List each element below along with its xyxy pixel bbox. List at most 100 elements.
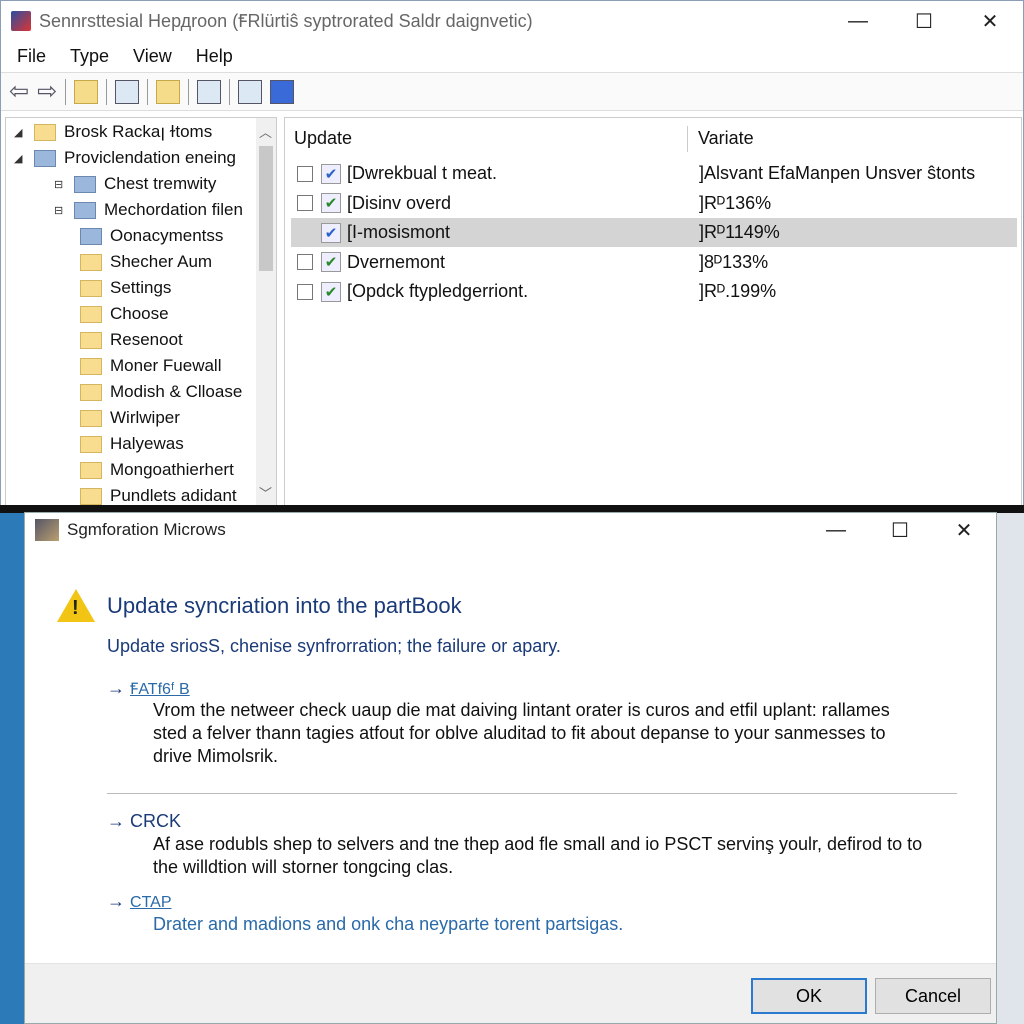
tree-item[interactable]: Modish & Clloase [80, 379, 242, 405]
variate-value: ]Rᴰ1149% [699, 222, 780, 242]
tree-item-label: Chest tremwity [104, 174, 217, 193]
tree-item[interactable]: ◢ Brosk Rackaꞁ ɫtoms [14, 119, 212, 145]
menu-view[interactable]: View [133, 46, 172, 67]
update-name: Dvernemont [347, 251, 446, 272]
tree-item-label: Mongoathierhert [110, 460, 234, 479]
check-icon: ✔ [321, 193, 341, 213]
menu-file[interactable]: File [17, 46, 46, 67]
list-view-icon[interactable] [197, 79, 222, 104]
toolbar-separator [147, 78, 149, 105]
color-icon [74, 175, 96, 193]
main-window: Sennrsttesial Hердroon (ꞘRlürtiŝ syptror… [0, 0, 1024, 507]
minimize-button[interactable]: — [825, 1, 891, 41]
window-icon[interactable] [115, 79, 140, 104]
tree-item[interactable]: Shecher Aum [80, 249, 212, 275]
list-row[interactable]: ✔ Dvernemont]8ᴰ133% [291, 248, 1017, 277]
tree-item-label: Brosk Rackaꞁ ɫtoms [64, 122, 213, 141]
dialog-minimize-button[interactable]: — [804, 513, 868, 547]
tree-item[interactable]: Pundlets adidant [80, 483, 237, 506]
update-name: [Opdck ftypledgerriont. [347, 281, 529, 301]
menu-type[interactable]: Type [70, 46, 109, 67]
desktop-background [0, 513, 24, 1024]
folder-icon [80, 331, 102, 349]
background-window [997, 513, 1024, 1024]
tree-item-label: Mechordation filen [104, 200, 243, 219]
tree-item[interactable]: Choose [80, 301, 169, 327]
menu-bar: File Type View Help [1, 41, 1023, 73]
column-variate[interactable]: Variate [698, 128, 754, 149]
section-2-label: CRCK [130, 811, 182, 831]
check-icon: ✔ [321, 222, 341, 243]
row-checkbox[interactable] [297, 254, 313, 270]
tree-item[interactable]: ⊟ Mechordation filen [54, 197, 243, 223]
sync-dialog: Sgmforation Microws — ☐ ✕ ! Update syncr… [24, 512, 997, 1024]
section-1-text: Vrom the netweer check uaup die mat daiv… [153, 700, 890, 766]
title-bar: Sennrsttesial Hердroon (ꞘRlürtiŝ syptror… [1, 1, 1023, 41]
arrow-icon: → [107, 891, 125, 911]
column-update[interactable]: Update [294, 128, 352, 149]
list-row[interactable]: ✔ [Disinv overd]Rᴰ136% [291, 189, 1017, 218]
tree-item[interactable]: Wirlwiper [80, 405, 180, 431]
folder-icon [80, 409, 102, 427]
tree-item-label: Resenoot [110, 330, 183, 349]
document-icon [80, 227, 102, 245]
folder-icon [34, 123, 56, 141]
tree-item[interactable]: Halyewas [80, 431, 184, 457]
tree-scrollbar[interactable]: ︿ ﹀ [256, 118, 276, 506]
expander-icon[interactable]: ◢ [14, 126, 28, 139]
variate-value: ]8ᴰ133% [699, 251, 769, 272]
scroll-up-icon[interactable]: ︿ [259, 122, 272, 141]
tree-item-label: Modish & Clloase [110, 382, 243, 401]
variate-value: ]Rᴰ.199% [699, 281, 777, 301]
forward-icon[interactable]: ⇨ [37, 77, 57, 106]
toolbar-separator [106, 78, 108, 105]
list-row[interactable]: ✔ [Dwrekbual t meat.]Alsvant EfaManpen Un… [291, 159, 1017, 188]
details-view-icon[interactable] [270, 79, 295, 104]
expander-icon[interactable]: ⊟ [54, 204, 68, 217]
tree-item[interactable]: ◢ Proviclendation eneing [14, 145, 236, 171]
back-icon[interactable]: ⇦ [9, 77, 29, 106]
maximize-button[interactable]: ☐ [891, 1, 957, 41]
section-3-link[interactable]: CTAP [130, 894, 171, 911]
scroll-thumb[interactable] [259, 146, 273, 271]
ok-button[interactable]: OK [751, 978, 867, 1014]
section-2-text: Af ase rodubls shep to selvers and tne t… [153, 834, 923, 877]
cancel-button[interactable]: Cancel [875, 978, 991, 1014]
row-checkbox[interactable] [297, 165, 313, 182]
row-checkbox[interactable] [297, 283, 313, 300]
folder-icon [80, 487, 102, 505]
gear-icon [74, 201, 96, 219]
tree-item[interactable]: Resenoot [80, 327, 183, 353]
list-row[interactable]: ✔ [I-mosismont]Rᴰ1149% [291, 218, 1017, 247]
section-1-link[interactable]: ꞘATf6ᶠ B [130, 681, 190, 698]
tree-item-label: Shecher Aum [110, 252, 213, 271]
row-checkbox[interactable] [297, 195, 313, 211]
tree-item-label: Wirlwiper [110, 408, 180, 427]
tree-item[interactable]: ⊟ Chest tremwity [54, 171, 216, 197]
file-icon[interactable] [74, 79, 99, 104]
expander-icon[interactable]: ◢ [14, 152, 28, 165]
section-1-header: → ꞘATf6ᶠ B [107, 677, 190, 699]
dialog-close-button[interactable]: ✕ [932, 513, 996, 547]
tree-item[interactable]: Oonacymentss [80, 223, 223, 249]
update-list: Update Variate ✔ [Dwrekbual t meat.]Alsva… [284, 117, 1022, 507]
column-divider[interactable] [687, 126, 688, 152]
folder-icon [80, 461, 102, 479]
folders-icon[interactable] [156, 79, 181, 104]
tree-item-label: Oonacymentss [110, 226, 224, 245]
dialog-maximize-button[interactable]: ☐ [868, 513, 932, 547]
scroll-down-icon[interactable]: ﹀ [259, 483, 272, 502]
toolbar: ⇦ ⇨ [1, 73, 1023, 111]
tree-item[interactable]: Settings [80, 275, 171, 301]
warning-icon: ! [57, 589, 95, 622]
grid-view-icon[interactable] [238, 79, 263, 104]
menu-help[interactable]: Help [196, 46, 233, 67]
check-icon: ✔ [321, 163, 341, 184]
tree-item[interactable]: Moner Fuewall [80, 353, 222, 379]
expander-icon[interactable]: ⊟ [54, 178, 68, 191]
dialog-footer: OK Cancel [25, 963, 996, 1023]
list-row[interactable]: ✔ [Opdck ftypledgerriont.]Rᴰ.199% [291, 277, 1017, 306]
close-button[interactable]: ✕ [957, 1, 1023, 41]
dialog-subtitle: Update sriosS, chenise synfrorration; th… [107, 636, 561, 656]
tree-item[interactable]: Mongoathierhert [80, 457, 234, 483]
